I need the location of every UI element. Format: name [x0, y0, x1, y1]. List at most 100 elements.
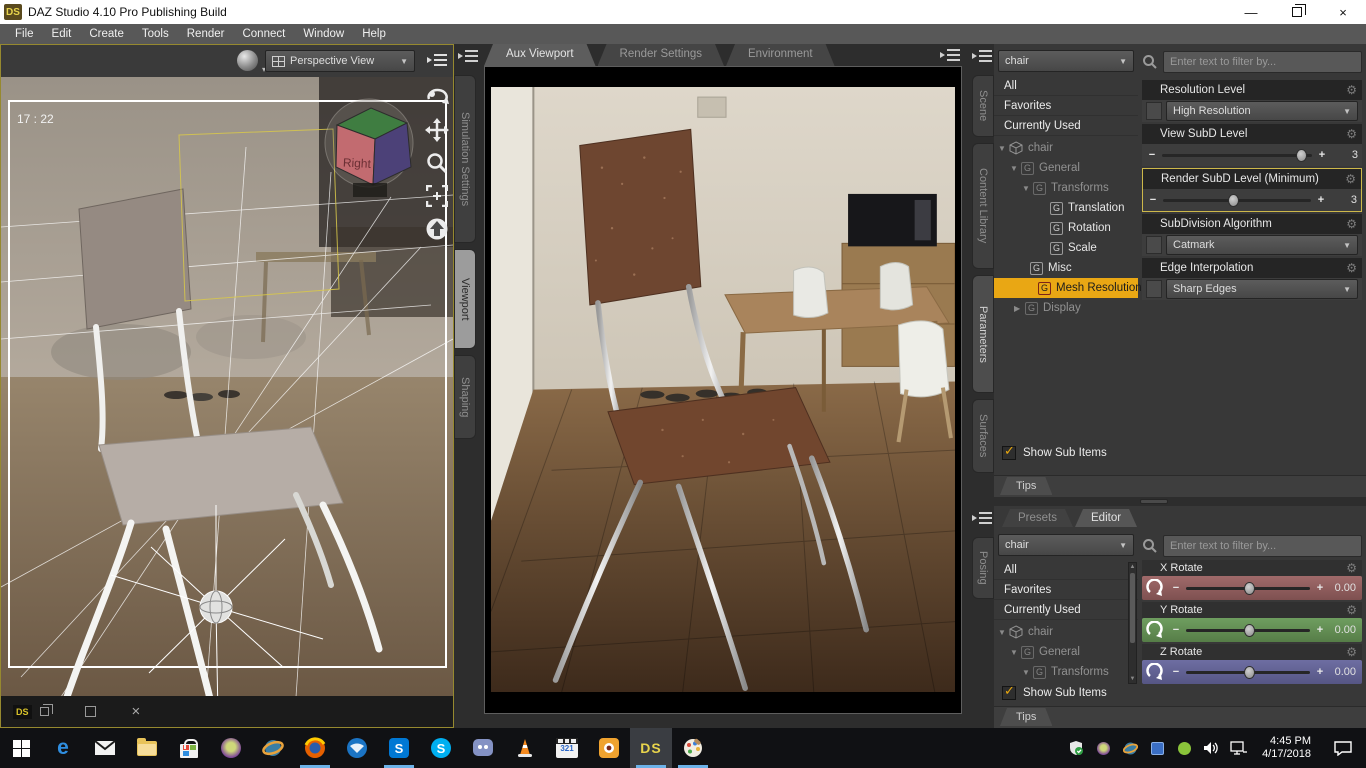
panel-splitter-handle[interactable]: [1140, 499, 1168, 504]
expander-icon[interactable]: ▼: [1022, 668, 1033, 677]
viewport-3d-scene[interactable]: 17 : 22 Right: [1, 77, 453, 697]
nudge-up-button[interactable]: +: [1314, 582, 1326, 594]
posing-strip-options-icon[interactable]: [972, 510, 992, 526]
rendered-image[interactable]: [491, 87, 955, 693]
green-app-tray-icon[interactable]: [1175, 739, 1193, 757]
viewport-options-icon[interactable]: [427, 52, 447, 68]
tree-node-general[interactable]: ▼ G General: [994, 158, 1138, 178]
edge-interpolation-dropdown[interactable]: Sharp Edges ▼: [1166, 279, 1358, 299]
expander-icon[interactable]: ▼: [1010, 648, 1021, 657]
nudge-up-button[interactable]: +: [1314, 666, 1326, 678]
firefox-icon[interactable]: [294, 728, 336, 768]
zoom-tool-icon[interactable]: [423, 149, 451, 177]
tree-node-rotation[interactable]: G Rotation: [994, 218, 1138, 238]
resolution-level-dropdown[interactable]: High Resolution ▼: [1166, 101, 1358, 121]
file-explorer-icon[interactable]: [126, 728, 168, 768]
mail-icon[interactable]: [84, 728, 126, 768]
action-center-icon[interactable]: [1326, 728, 1360, 768]
menu-help[interactable]: Help: [353, 26, 395, 42]
tree-node-transforms[interactable]: ▼ G Transforms: [994, 178, 1138, 198]
daz-studio-icon[interactable]: DS: [630, 728, 672, 768]
tree-node-general[interactable]: ▼ G General: [994, 642, 1138, 662]
edge-icon[interactable]: e: [42, 728, 84, 768]
filter-favorites[interactable]: Favorites: [994, 580, 1138, 600]
minimize-button[interactable]: —: [1228, 0, 1274, 24]
thunderbird-icon[interactable]: [336, 728, 378, 768]
tab-posing[interactable]: Posing: [972, 537, 994, 599]
posing-filter-input[interactable]: [1163, 535, 1362, 557]
expander-icon[interactable]: ▼: [1010, 164, 1021, 173]
pan-tool-icon[interactable]: [423, 116, 451, 144]
slider-value[interactable]: 0.00: [1330, 582, 1356, 594]
gear-icon[interactable]: ⚙: [1346, 645, 1357, 659]
tab-aux-viewport[interactable]: Aux Viewport: [484, 44, 596, 66]
menu-file[interactable]: File: [6, 26, 43, 42]
globe-app-icon[interactable]: [252, 728, 294, 768]
menu-render[interactable]: Render: [178, 26, 234, 42]
parameters-filter-input[interactable]: [1163, 51, 1362, 73]
scrollbar-thumb[interactable]: [1130, 573, 1135, 643]
gear-icon[interactable]: ⚙: [1346, 217, 1357, 231]
scroll-up-icon[interactable]: ▲: [1129, 564, 1136, 570]
tree-node-mesh-resolution[interactable]: G Mesh Resolution: [994, 278, 1142, 298]
posing-show-sub-items-checkbox[interactable]: Show Sub Items: [1002, 684, 1107, 700]
nudge-up-button[interactable]: +: [1316, 149, 1328, 161]
expander-icon[interactable]: ▶: [1014, 304, 1025, 313]
menu-create[interactable]: Create: [80, 26, 133, 42]
center-pane-options-icon[interactable]: [940, 47, 960, 63]
nudge-up-button[interactable]: +: [1315, 194, 1327, 206]
expander-icon[interactable]: ▼: [998, 144, 1009, 153]
mini-close-icon[interactable]: ×: [132, 703, 141, 720]
tips-button[interactable]: Tips: [1000, 477, 1052, 495]
filter-all[interactable]: All: [994, 560, 1138, 580]
frame-tool-icon[interactable]: [423, 182, 451, 210]
right-strip-options-icon[interactable]: [972, 48, 992, 64]
tree-node-display[interactable]: ▶ G Display: [994, 298, 1138, 318]
orbit-tool-icon[interactable]: [423, 83, 451, 111]
menu-window[interactable]: Window: [294, 26, 353, 42]
tab-presets[interactable]: Presets: [1002, 509, 1073, 527]
nudge-up-button[interactable]: +: [1314, 624, 1326, 636]
nudge-down-button[interactable]: −: [1146, 149, 1158, 161]
tab-simulation-settings[interactable]: Simulation Settings: [454, 75, 476, 243]
camera-selector-icon[interactable]: [237, 50, 266, 74]
reset-view-icon[interactable]: [423, 215, 451, 243]
paint-app-icon[interactable]: [672, 728, 714, 768]
key-cell[interactable]: [1146, 280, 1162, 298]
start-button[interactable]: [0, 728, 42, 768]
menu-edit[interactable]: Edit: [43, 26, 81, 42]
slider-thumb[interactable]: [1244, 623, 1256, 637]
store-icon[interactable]: [168, 728, 210, 768]
posing-scope-dropdown[interactable]: chair ▼: [998, 534, 1134, 556]
menu-connect[interactable]: Connect: [233, 26, 294, 42]
z-rotate-slider[interactable]: [1186, 665, 1310, 679]
restore-button[interactable]: [1274, 0, 1320, 24]
left-strip-options-icon[interactable]: [458, 48, 478, 64]
tab-scene[interactable]: Scene: [972, 75, 994, 137]
volume-icon[interactable]: [1202, 739, 1220, 757]
tab-editor[interactable]: Editor: [1075, 509, 1137, 527]
discord-icon[interactable]: [462, 728, 504, 768]
render-subd-slider[interactable]: [1163, 193, 1311, 207]
gear-icon[interactable]: ⚙: [1346, 561, 1357, 575]
slider-value[interactable]: 3: [1332, 149, 1358, 161]
blue-app-tray-icon[interactable]: [1148, 739, 1166, 757]
parameters-scope-dropdown[interactable]: chair ▼: [998, 50, 1134, 72]
slider-value[interactable]: 3: [1331, 194, 1357, 206]
skype-icon[interactable]: S: [420, 728, 462, 768]
gear-icon[interactable]: ⚙: [1346, 261, 1357, 275]
mini-restore-icon[interactable]: [39, 704, 53, 716]
y-rotate-slider[interactable]: [1186, 623, 1310, 637]
slider-value[interactable]: 0.00: [1330, 666, 1356, 678]
gear-icon[interactable]: ⚙: [1346, 603, 1357, 617]
slider-value[interactable]: 0.00: [1330, 624, 1356, 636]
posing-list-scrollbar[interactable]: ▲ ▼: [1128, 562, 1137, 684]
key-cell[interactable]: [1146, 236, 1162, 254]
tab-parameters[interactable]: Parameters: [972, 275, 994, 393]
slider-thumb[interactable]: [1244, 581, 1256, 595]
globe-tray-icon[interactable]: [1121, 739, 1139, 757]
key-cell[interactable]: [1146, 102, 1162, 120]
slider-thumb[interactable]: [1228, 193, 1240, 207]
slider-thumb[interactable]: [1295, 148, 1307, 162]
mpc-icon[interactable]: 321: [546, 728, 588, 768]
